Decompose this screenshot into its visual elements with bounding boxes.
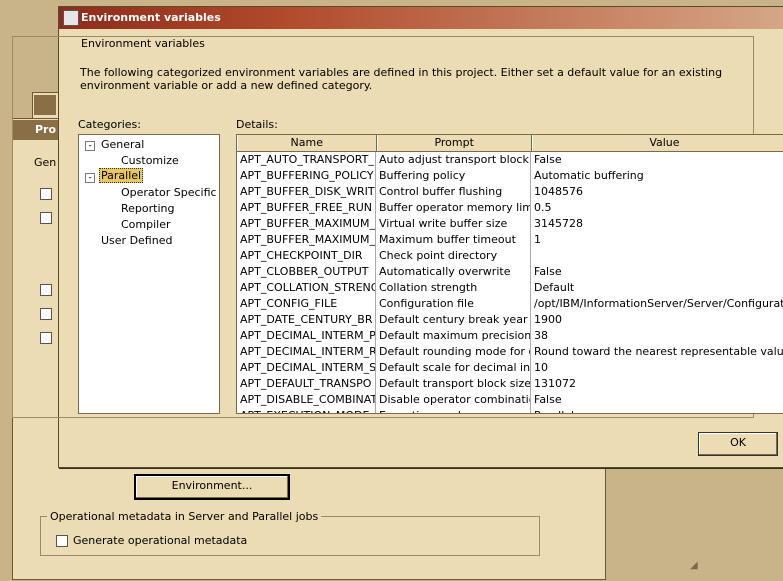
cell-value[interactable]: False xyxy=(531,264,783,280)
table-row[interactable]: APT_CLOBBER_OUTPUT Automatically overwrit… xyxy=(237,264,783,280)
cell-prompt[interactable]: Automatically overwrite xyxy=(376,264,531,280)
cell-name[interactable]: APT_BUFFER_FREE_RUN xyxy=(237,200,376,216)
cell-value[interactable] xyxy=(531,248,783,264)
cell-prompt[interactable]: Default century break year xyxy=(376,312,531,328)
cell-prompt[interactable]: Buffering policy xyxy=(376,168,531,184)
cell-name[interactable]: APT_CONFIG_FILE xyxy=(237,296,376,312)
cell-name[interactable]: APT_DATE_CENTURY_BR xyxy=(237,312,376,328)
operational-metadata-label: Operational metadata in Server and Paral… xyxy=(47,510,322,523)
tree-item-compiler[interactable]: Compiler xyxy=(121,218,171,232)
table-row[interactable]: APT_BUFFER_MAXIMUM_T Maximum buffer timeo… xyxy=(237,232,783,248)
categories-label: Categories: xyxy=(78,118,141,131)
cell-prompt[interactable]: Default maximum precision for d xyxy=(376,328,531,344)
table-row[interactable]: APT_DECIMAL_INTERM_P Default maximum prec… xyxy=(237,328,783,344)
cell-value[interactable]: Round toward the nearest representable v… xyxy=(531,344,783,360)
table-row[interactable]: APT_BUFFER_FREE_RUN Buffer operator memor… xyxy=(237,200,783,216)
column-header-prompt[interactable]: Prompt xyxy=(376,135,532,151)
table-row[interactable]: APT_EXECUTION_MODEExecution modeParallel xyxy=(237,408,783,413)
categories-tree[interactable]: - General Customize - Parallel Operator … xyxy=(78,134,220,414)
table-row[interactable]: APT_BUFFER_DISK_WRIT Control buffer flush… xyxy=(237,184,783,200)
cell-name[interactable]: APT_CLOBBER_OUTPUT xyxy=(237,264,376,280)
cell-name[interactable]: APT_AUTO_TRANSPORT_ xyxy=(237,152,376,168)
cell-value[interactable]: 1 xyxy=(531,232,783,248)
cell-prompt[interactable]: Buffer operator memory limit xyxy=(376,200,531,216)
cell-value[interactable]: 10 xyxy=(531,360,783,376)
cell-value[interactable]: 38 xyxy=(531,328,783,344)
cell-prompt[interactable]: Collation strength xyxy=(376,280,531,296)
cell-name[interactable]: APT_EXECUTION_MODE xyxy=(237,408,376,413)
table-row[interactable]: APT_BUFFERING_POLICY Buffering policy Auto… xyxy=(237,168,783,184)
tree-item-parallel[interactable]: Parallel xyxy=(99,168,144,183)
cell-value[interactable]: 0.5 xyxy=(531,200,783,216)
cell-prompt[interactable]: Default scale for decimal interme xyxy=(376,360,531,376)
column-header-name[interactable]: Name xyxy=(237,135,377,151)
tree-item-parallel-label[interactable]: Parallel xyxy=(99,168,144,183)
cell-value[interactable]: 131072 xyxy=(531,376,783,392)
cell-value[interactable]: 1048576 xyxy=(531,184,783,200)
dialog-titlebar: Environment variables xyxy=(59,7,783,29)
cell-prompt[interactable]: Disable operator combination xyxy=(376,392,531,408)
cell-prompt[interactable]: Configuration file xyxy=(376,296,531,312)
collapse-icon[interactable]: - xyxy=(85,173,95,183)
description-text: The following categorized environment va… xyxy=(80,66,723,92)
table-row[interactable]: APT_BUFFER_MAXIMUM_I Virtual write buffer… xyxy=(237,216,783,232)
dialog-title: Environment variables xyxy=(81,11,221,24)
cell-prompt[interactable]: Control buffer flushing xyxy=(376,184,531,200)
cell-name[interactable]: APT_BUFFER_MAXIMUM_T xyxy=(237,232,376,248)
cell-name[interactable]: APT_DECIMAL_INTERM_R xyxy=(237,344,376,360)
tree-item-operator-specific[interactable]: Operator Specific xyxy=(121,186,217,200)
cell-prompt[interactable]: Maximum buffer timeout xyxy=(376,232,531,248)
details-label: Details: xyxy=(236,118,278,131)
cell-prompt[interactable]: Execution mode xyxy=(376,408,531,413)
cell-value[interactable]: False xyxy=(531,392,783,408)
cell-value[interactable]: False xyxy=(531,152,783,168)
cell-prompt[interactable]: Check point directory xyxy=(376,248,531,264)
cell-prompt[interactable]: Virtual write buffer size xyxy=(376,216,531,232)
ok-button[interactable]: OK xyxy=(698,432,778,456)
cell-value[interactable]: Default xyxy=(531,280,783,296)
cell-name[interactable]: APT_DEFAULT_TRANSPO xyxy=(237,376,376,392)
environment-button[interactable]: Environment... xyxy=(134,474,290,500)
group-label: Environment variables xyxy=(78,37,208,50)
table-body: APT_AUTO_TRANSPORT_ Auto adjust transport… xyxy=(237,152,783,413)
table-header: Name Prompt Value xyxy=(237,135,783,152)
cell-value[interactable]: /opt/IBM/InformationServer/Server/Config… xyxy=(531,296,783,312)
table-row[interactable]: APT_DECIMAL_INTERM_S Default scale for de… xyxy=(237,360,783,376)
cell-value[interactable]: 3145728 xyxy=(531,216,783,232)
app-icon xyxy=(63,10,79,26)
table-row[interactable]: APT_DECIMAL_INTERM_R Default rounding mod… xyxy=(237,344,783,360)
generate-metadata-label: Generate operational metadata xyxy=(73,534,248,547)
cell-prompt[interactable]: Default transport block size xyxy=(376,376,531,392)
generate-metadata-checkbox[interactable] xyxy=(56,535,68,547)
table-row[interactable]: APT_DATE_CENTURY_BR Default century break… xyxy=(237,312,783,328)
cell-name[interactable]: APT_DISABLE_COMBINAT xyxy=(237,392,376,408)
cell-name[interactable]: APT_COLLATION_STRENG xyxy=(237,280,376,296)
table-row[interactable]: APT_CHECKPOINT_DIR Check point directory xyxy=(237,248,783,264)
table-row[interactable]: APT_DISABLE_COMBINAT Disable operator com… xyxy=(237,392,783,408)
table-row[interactable]: APT_CONFIG_FILE Configuration file/opt/IB… xyxy=(237,296,783,312)
details-table[interactable]: Name Prompt Value APT_AUTO_TRANSPORT_ Aut… xyxy=(236,134,783,414)
collapse-icon[interactable]: - xyxy=(85,141,95,151)
cell-name[interactable]: APT_BUFFER_MAXIMUM_I xyxy=(237,216,376,232)
tree-item-general[interactable]: General xyxy=(101,138,144,152)
tree-item-customize[interactable]: Customize xyxy=(121,154,179,168)
cell-name[interactable]: APT_DECIMAL_INTERM_S xyxy=(237,360,376,376)
cell-value[interactable]: 1900 xyxy=(531,312,783,328)
cell-prompt[interactable]: Default rounding mode for decin xyxy=(376,344,531,360)
cell-name[interactable]: APT_CHECKPOINT_DIR xyxy=(237,248,376,264)
table-row[interactable]: APT_COLLATION_STRENG Collation strength De… xyxy=(237,280,783,296)
column-header-value[interactable]: Value xyxy=(531,135,783,151)
table-row[interactable]: APT_DEFAULT_TRANSPO Default transport blo… xyxy=(237,376,783,392)
cell-prompt[interactable]: Auto adjust transport block size xyxy=(376,152,531,168)
tree-item-user-defined[interactable]: User Defined xyxy=(101,234,172,248)
cell-name[interactable]: APT_DECIMAL_INTERM_P xyxy=(237,328,376,344)
cell-value[interactable]: Parallel xyxy=(531,408,783,413)
tree-item-reporting[interactable]: Reporting xyxy=(121,202,174,216)
cell-value[interactable]: Automatic buffering xyxy=(531,168,783,184)
cell-name[interactable]: APT_BUFFERING_POLICY xyxy=(237,168,376,184)
cell-name[interactable]: APT_BUFFER_DISK_WRIT xyxy=(237,184,376,200)
resize-grip-icon[interactable]: ◢ xyxy=(690,560,702,572)
table-row[interactable]: APT_AUTO_TRANSPORT_ Auto adjust transport… xyxy=(237,152,783,168)
